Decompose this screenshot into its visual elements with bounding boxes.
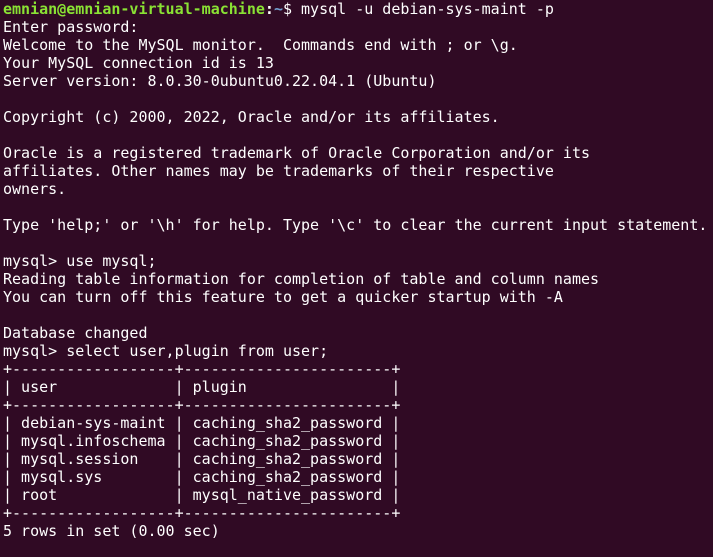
table-row: | mysql.infoschema | caching_sha2_passwo… xyxy=(3,432,401,450)
copyright-line: Copyright (c) 2000, 2022, Oracle and/or … xyxy=(3,108,500,126)
prompt-separator: : xyxy=(264,0,274,18)
trademark-line: owners. xyxy=(3,180,67,198)
mysql-command: use mysql; xyxy=(66,252,157,270)
mysql-prompt: mysql> xyxy=(3,342,67,360)
prompt-path: ~ xyxy=(273,0,283,18)
table-row: | mysql.session | caching_sha2_password … xyxy=(3,450,401,468)
trademark-line: affiliates. Other names may be trademark… xyxy=(3,162,554,180)
table-border: +------------------+--------------------… xyxy=(3,504,401,522)
prompt-user-host: emnian@emnian-virtual-machine xyxy=(3,0,265,18)
prompt-symbol: $ xyxy=(282,0,292,18)
login-output-line: Your MySQL connection id is 13 xyxy=(3,54,274,72)
table-header: | user | plugin | xyxy=(3,378,401,396)
login-output-line: Server version: 8.0.30-0ubuntu0.22.04.1 … xyxy=(3,72,437,90)
login-output-line: Welcome to the MySQL monitor. Commands e… xyxy=(3,36,518,54)
mysql-command: select user,plugin from user; xyxy=(66,342,329,360)
shell-command: mysql -u debian-sys-maint -p xyxy=(292,0,554,18)
terminal-output: '/'/ ',','/',/',/',/' emnian@emnian-virt… xyxy=(3,0,713,557)
table-border: +------------------+--------------------… xyxy=(3,396,401,414)
table-border: +------------------+--------------------… xyxy=(3,360,401,378)
result-summary: 5 rows in set (0.00 sec) xyxy=(3,522,220,540)
table-row: | mysql.sys | caching_sha2_password | xyxy=(3,468,401,486)
help-line: Type 'help;' or '\h' for help. Type '\c'… xyxy=(3,216,708,234)
trademark-line: Oracle is a registered trademark of Orac… xyxy=(3,144,590,162)
mysql-command-line: mysql> use mysql; xyxy=(3,252,713,270)
mysql-prompt: mysql> xyxy=(3,252,67,270)
table-row: | debian-sys-maint | caching_sha2_passwo… xyxy=(3,414,401,432)
table-row: | root | mysql_native_password | xyxy=(3,486,401,504)
mysql-command-line: mysql> select user,plugin from user; xyxy=(3,342,713,360)
database-changed-line: Database changed xyxy=(3,324,148,342)
shell-prompt-line: emnian@emnian-virtual-machine:~$ mysql -… xyxy=(3,0,713,18)
use-output-line: Reading table information for completion… xyxy=(3,270,600,288)
use-output-line: You can turn off this feature to get a q… xyxy=(3,288,563,306)
login-output-line: Enter password: xyxy=(3,18,139,36)
terminal-window[interactable]: '/'/ ',','/',/',/',/' emnian@emnian-virt… xyxy=(0,0,713,557)
